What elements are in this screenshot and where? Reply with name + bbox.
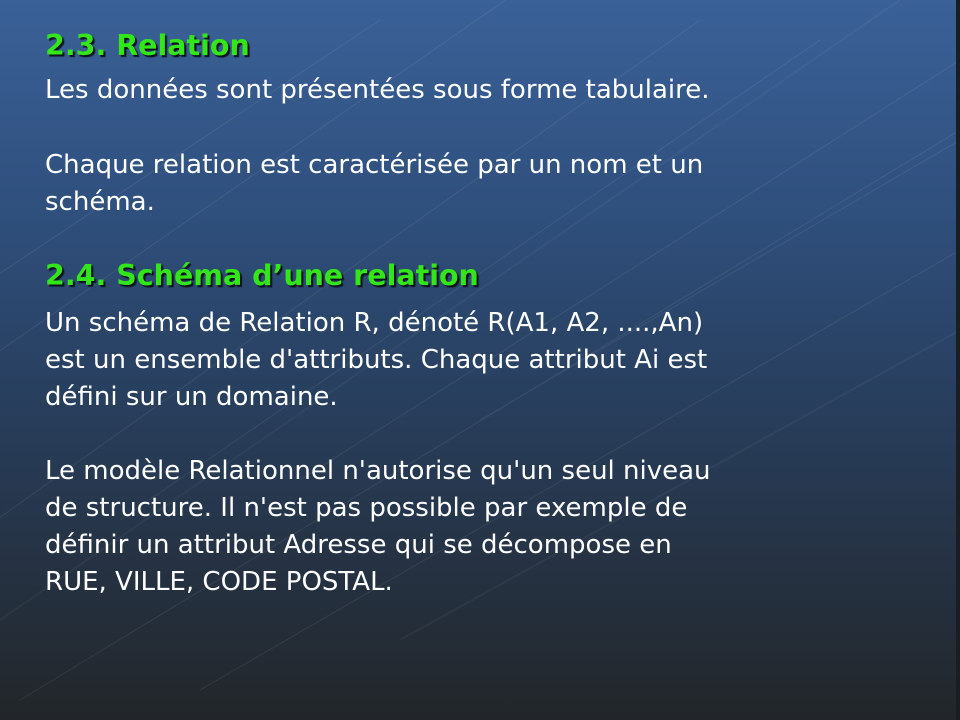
section-heading-schema: 2.4. Schéma d’une relation (45, 259, 479, 292)
paragraph-tabular-data: Les données sont présentées sous forme t… (45, 75, 710, 105)
paragraph-relation-name-schema: Chaque relation est caractérisée par un … (45, 150, 704, 217)
slide: 2.3. Relation Les données sont présentée… (0, 0, 960, 720)
section-heading-relation: 2.3. Relation (45, 29, 250, 62)
paragraph-schema-definition: Un schéma de Relation R, dénoté R(A1, A2… (45, 308, 708, 412)
right-edge-divider (956, 0, 960, 720)
slide-content: 2.3. Relation Les données sont présentée… (45, 28, 925, 601)
paragraph-structure-level: Le modèle Relationnel n'autorise qu'un s… (45, 456, 711, 597)
